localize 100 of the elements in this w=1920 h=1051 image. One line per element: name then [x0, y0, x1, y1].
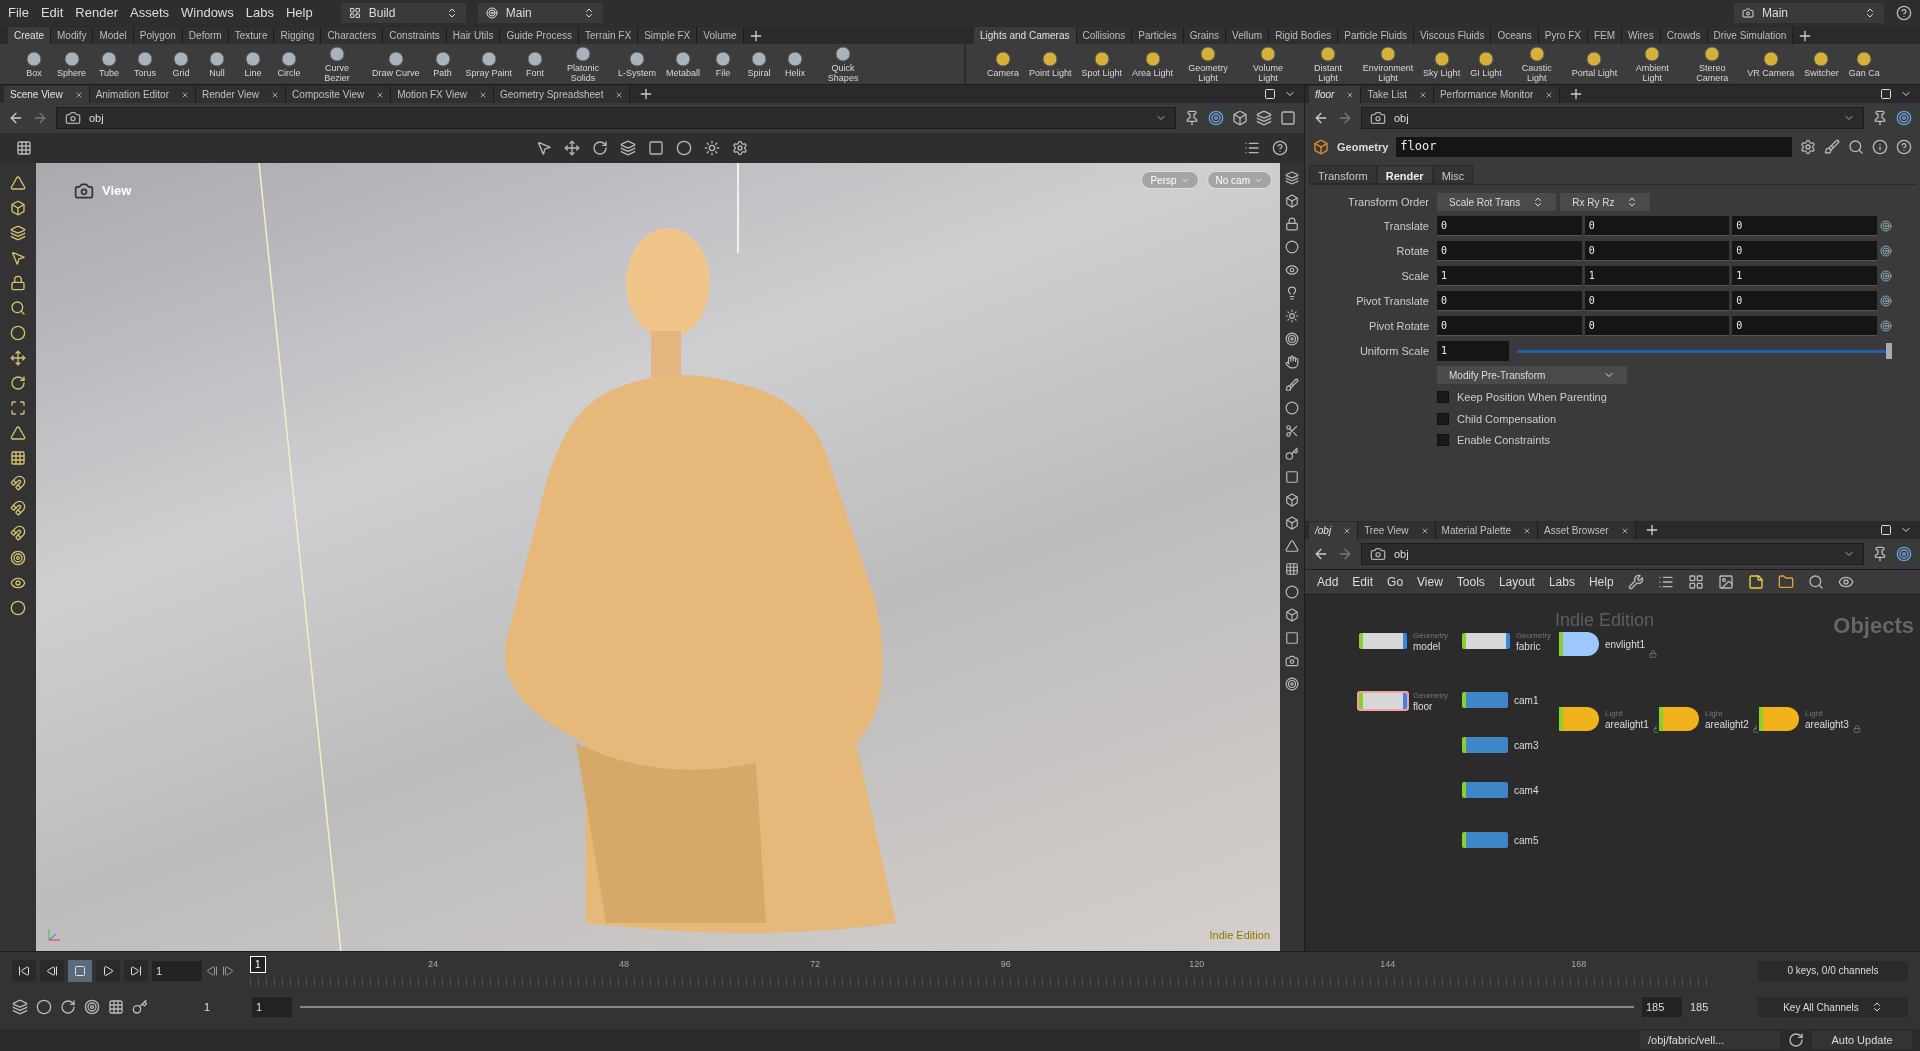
close-icon[interactable] [271, 90, 280, 99]
shelf-tool[interactable]: Torus [127, 50, 164, 78]
shelf-tool[interactable]: Line [235, 50, 272, 78]
display-option-icon[interactable] [1285, 424, 1299, 438]
shelf-tool[interactable]: Platonic Solids [553, 45, 614, 83]
shelf-tool[interactable]: Metaball [661, 50, 706, 78]
eye-icon[interactable] [1837, 574, 1854, 590]
viewport-tool-icon[interactable] [10, 400, 26, 416]
shelf-tab[interactable]: Rigid Bodies [1269, 27, 1339, 44]
playback-icon[interactable] [46, 965, 58, 977]
viewport-tool-icon[interactable] [10, 350, 26, 366]
menu-item[interactable]: Help [1588, 573, 1614, 591]
pane-tab[interactable]: Motion FX View [391, 86, 494, 103]
shelf-tab[interactable]: Volume [697, 27, 744, 44]
shelf-tool[interactable]: Sphere [52, 50, 92, 78]
shelf-tool[interactable]: GI Light [1465, 50, 1507, 78]
range-end-field[interactable]: 185 [1690, 998, 1750, 1016]
shelf-tool[interactable]: VR Camera [1742, 50, 1800, 78]
shelf-tab[interactable]: Simple FX [638, 27, 698, 44]
number-field[interactable]: 0 [1584, 316, 1730, 336]
close-icon[interactable] [1620, 526, 1629, 535]
shelf-tab[interactable]: Vellum [1226, 27, 1270, 44]
display-option-icon[interactable] [1285, 378, 1299, 392]
close-icon[interactable] [1545, 90, 1554, 99]
path-field[interactable]: obj [56, 107, 1176, 129]
menu-item[interactable]: Render [75, 3, 118, 23]
forward-icon[interactable] [1337, 546, 1353, 562]
shelf-tab[interactable]: Guide Process [500, 27, 579, 44]
timeline-option-icon[interactable] [132, 999, 148, 1015]
parameter-tab[interactable]: Render [1376, 165, 1433, 184]
grid-icon[interactable] [16, 140, 32, 156]
camera-node[interactable] [1460, 735, 1510, 755]
timeline-option-icon[interactable] [108, 999, 124, 1015]
shelf-tool[interactable]: Tube [91, 50, 128, 78]
shelf-tool[interactable]: Gan Ca [1843, 50, 1885, 78]
pane-tab[interactable]: Take List [1361, 86, 1434, 103]
pane-tab[interactable]: Material Palette [1435, 522, 1539, 539]
playback-icon[interactable] [102, 965, 114, 977]
number-field[interactable]: 1 [1437, 266, 1582, 286]
playback-start-field[interactable]: 1 [252, 997, 292, 1017]
shelf-tab[interactable]: Texture [228, 27, 275, 44]
range-start-field[interactable]: 1 [204, 998, 244, 1016]
square-icon[interactable] [1280, 110, 1296, 126]
shelf-tool[interactable]: Spot Light [1076, 50, 1128, 78]
viewport-tool-icon[interactable] [10, 600, 26, 616]
node-name-field[interactable]: floor [1396, 137, 1792, 157]
shelf-tool[interactable]: Path [424, 50, 461, 78]
viewport-option-icon[interactable] [732, 140, 748, 156]
shelf-tab[interactable]: Particle Fluids [1338, 27, 1415, 44]
shelf-tool[interactable]: Spray Paint [460, 50, 518, 78]
slider-handle[interactable] [1886, 343, 1892, 359]
number-field[interactable]: 1 [1732, 266, 1877, 286]
pin-icon[interactable] [1872, 110, 1888, 126]
close-icon[interactable] [376, 90, 385, 99]
shelf-tab[interactable]: Terrain FX [579, 27, 639, 44]
viewport-tool-icon[interactable] [10, 425, 26, 441]
environment-light-node[interactable] [1557, 630, 1601, 658]
display-option-icon[interactable] [1285, 493, 1299, 507]
shelf-tool[interactable]: Stereo Camera [1682, 45, 1743, 83]
display-option-icon[interactable] [1285, 677, 1299, 691]
shelf-tab[interactable]: Lights and Cameras [974, 27, 1077, 44]
number-field[interactable]: 0 [1437, 216, 1582, 236]
image-icon[interactable] [1717, 574, 1734, 590]
close-icon[interactable] [1420, 526, 1429, 535]
maximize-icon[interactable] [1880, 88, 1892, 100]
back-icon[interactable] [1313, 546, 1329, 562]
shelf-tab[interactable]: Polygon [133, 27, 183, 44]
shelf-tool[interactable]: Font [517, 50, 554, 78]
viewport-tool-icon[interactable] [10, 550, 26, 566]
shelf-tool[interactable]: File [705, 50, 742, 78]
shelf-tool[interactable]: Sky Light [1418, 50, 1466, 78]
back-icon[interactable] [8, 110, 24, 126]
viewport-tool-icon[interactable] [10, 375, 26, 391]
shelf-tab[interactable]: Wires [1622, 27, 1661, 44]
handle-icon[interactable] [1880, 220, 1892, 232]
shelf-tool[interactable]: Camera [982, 50, 1024, 78]
slider-fill[interactable] [1517, 349, 1886, 353]
playback-icon[interactable] [130, 965, 142, 977]
step-icon[interactable] [222, 965, 234, 977]
display-option-icon[interactable] [1285, 470, 1299, 484]
path-field[interactable]: obj [1361, 543, 1864, 565]
shelf-tool[interactable]: Volume Light [1238, 45, 1299, 83]
shelf-tool[interactable]: Switcher [1799, 50, 1844, 78]
number-field[interactable]: 0 [1437, 291, 1582, 311]
viewport-option-icon[interactable] [592, 140, 608, 156]
close-icon[interactable] [615, 90, 624, 99]
playback-end-field[interactable]: 185 [1642, 997, 1682, 1017]
grid-icon[interactable] [1687, 574, 1704, 590]
shelf-tab[interactable]: Constraints [383, 27, 447, 44]
geometry-node[interactable] [1460, 631, 1512, 651]
number-field[interactable]: 0 [1437, 316, 1582, 336]
shelf-tab[interactable]: Rigging [274, 27, 322, 44]
parameter-tab[interactable]: Misc [1432, 165, 1474, 184]
pane-tab[interactable]: Animation Editor [89, 86, 196, 103]
shelf-tab[interactable]: Collisions [1076, 27, 1133, 44]
viewport-tool-icon[interactable] [10, 300, 26, 316]
pre-transform-menu[interactable]: Modify Pre-Transform [1437, 366, 1627, 384]
shelf-tab[interactable]: Characters [321, 27, 384, 44]
shelf-tool[interactable]: Box [16, 50, 52, 78]
layout-icon[interactable] [348, 7, 361, 19]
